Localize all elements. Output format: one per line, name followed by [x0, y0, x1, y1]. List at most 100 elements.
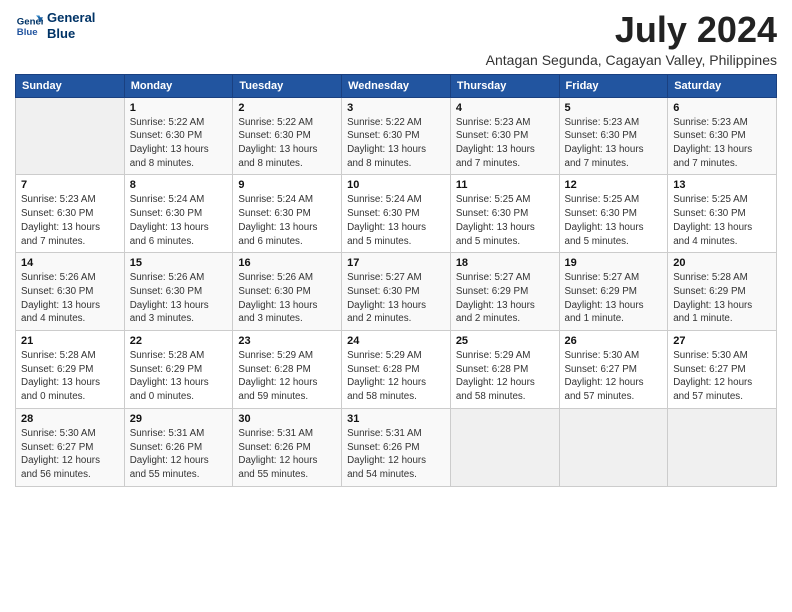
calendar-cell: 3 Sunrise: 5:22 AM Sunset: 6:30 PM Daylig…: [342, 97, 451, 175]
calendar-week-row: 7 Sunrise: 5:23 AM Sunset: 6:30 PM Daylig…: [16, 175, 777, 253]
day-number: 22: [130, 335, 228, 347]
day-info: Sunrise: 5:26 AM Sunset: 6:30 PM Dayligh…: [130, 271, 228, 326]
day-number: 5: [565, 102, 663, 114]
day-info: Sunrise: 5:25 AM Sunset: 6:30 PM Dayligh…: [565, 193, 663, 248]
day-number: 6: [673, 102, 771, 114]
day-number: 27: [673, 335, 771, 347]
weekday-header-cell: Sunday: [16, 74, 125, 97]
day-info: Sunrise: 5:31 AM Sunset: 6:26 PM Dayligh…: [130, 427, 228, 482]
calendar-title: July 2024: [486, 10, 777, 50]
day-info: Sunrise: 5:22 AM Sunset: 6:30 PM Dayligh…: [130, 116, 228, 171]
day-info: Sunrise: 5:23 AM Sunset: 6:30 PM Dayligh…: [565, 116, 663, 171]
day-number: 11: [456, 179, 554, 191]
day-number: 3: [347, 102, 445, 114]
weekday-header-cell: Wednesday: [342, 74, 451, 97]
calendar-subtitle: Antagan Segunda, Cagayan Valley, Philipp…: [486, 52, 777, 68]
weekday-header-row: SundayMondayTuesdayWednesdayThursdayFrid…: [16, 74, 777, 97]
day-info: Sunrise: 5:28 AM Sunset: 6:29 PM Dayligh…: [21, 349, 119, 404]
calendar-cell: 25Sunrise: 5:29 AM Sunset: 6:28 PM Dayli…: [450, 331, 559, 409]
logo: General Blue General Blue: [15, 10, 95, 41]
day-number: 24: [347, 335, 445, 347]
calendar-cell: 9 Sunrise: 5:24 AM Sunset: 6:30 PM Daylig…: [233, 175, 342, 253]
day-info: Sunrise: 5:30 AM Sunset: 6:27 PM Dayligh…: [565, 349, 663, 404]
calendar-cell: 14Sunrise: 5:26 AM Sunset: 6:30 PM Dayli…: [16, 253, 125, 331]
day-number: 26: [565, 335, 663, 347]
day-info: Sunrise: 5:31 AM Sunset: 6:26 PM Dayligh…: [347, 427, 445, 482]
calendar-cell: 11 Sunrise: 5:25 AM Sunset: 6:30 PM Dayli…: [450, 175, 559, 253]
day-number: 18: [456, 257, 554, 269]
day-number: 21: [21, 335, 119, 347]
calendar-cell: 27Sunrise: 5:30 AM Sunset: 6:27 PM Dayli…: [668, 331, 777, 409]
calendar-cell: 4Sunrise: 5:23 AM Sunset: 6:30 PM Daylig…: [450, 97, 559, 175]
logo-text-line2: Blue: [47, 26, 95, 42]
day-number: 17: [347, 257, 445, 269]
calendar-cell: 20Sunrise: 5:28 AM Sunset: 6:29 PM Dayli…: [668, 253, 777, 331]
title-area: July 2024 Antagan Segunda, Cagayan Valle…: [486, 10, 777, 68]
calendar-cell: 22 Sunrise: 5:28 AM Sunset: 6:29 PM Dayli…: [124, 331, 233, 409]
day-number: 1: [130, 102, 228, 114]
calendar-cell: 6 Sunrise: 5:23 AM Sunset: 6:30 PM Daylig…: [668, 97, 777, 175]
weekday-header-cell: Tuesday: [233, 74, 342, 97]
day-number: 28: [21, 413, 119, 425]
day-info: Sunrise: 5:24 AM Sunset: 6:30 PM Dayligh…: [238, 193, 336, 248]
day-number: 15: [130, 257, 228, 269]
day-info: Sunrise: 5:23 AM Sunset: 6:30 PM Dayligh…: [21, 193, 119, 248]
calendar-cell: 28Sunrise: 5:30 AM Sunset: 6:27 PM Dayli…: [16, 408, 125, 486]
day-info: Sunrise: 5:26 AM Sunset: 6:30 PM Dayligh…: [238, 271, 336, 326]
day-number: 10: [347, 179, 445, 191]
day-info: Sunrise: 5:27 AM Sunset: 6:30 PM Dayligh…: [347, 271, 445, 326]
day-info: Sunrise: 5:22 AM Sunset: 6:30 PM Dayligh…: [238, 116, 336, 171]
day-info: Sunrise: 5:22 AM Sunset: 6:30 PM Dayligh…: [347, 116, 445, 171]
calendar-week-row: 1 Sunrise: 5:22 AM Sunset: 6:30 PM Daylig…: [16, 97, 777, 175]
calendar-cell: 8Sunrise: 5:24 AM Sunset: 6:30 PM Daylig…: [124, 175, 233, 253]
day-info: Sunrise: 5:25 AM Sunset: 6:30 PM Dayligh…: [456, 193, 554, 248]
day-number: 16: [238, 257, 336, 269]
calendar-cell: 16 Sunrise: 5:26 AM Sunset: 6:30 PM Dayli…: [233, 253, 342, 331]
calendar-cell: [668, 408, 777, 486]
calendar-cell: 26 Sunrise: 5:30 AM Sunset: 6:27 PM Dayli…: [559, 331, 668, 409]
day-info: Sunrise: 5:29 AM Sunset: 6:28 PM Dayligh…: [347, 349, 445, 404]
day-number: 23: [238, 335, 336, 347]
calendar-cell: 1 Sunrise: 5:22 AM Sunset: 6:30 PM Daylig…: [124, 97, 233, 175]
day-number: 31: [347, 413, 445, 425]
calendar-cell: 23 Sunrise: 5:29 AM Sunset: 6:28 PM Dayli…: [233, 331, 342, 409]
calendar-week-row: 21 Sunrise: 5:28 AM Sunset: 6:29 PM Dayli…: [16, 331, 777, 409]
page-header: General Blue General Blue July 2024 Anta…: [15, 10, 777, 68]
day-info: Sunrise: 5:27 AM Sunset: 6:29 PM Dayligh…: [456, 271, 554, 326]
calendar-week-row: 28Sunrise: 5:30 AM Sunset: 6:27 PM Dayli…: [16, 408, 777, 486]
day-number: 12: [565, 179, 663, 191]
day-info: Sunrise: 5:23 AM Sunset: 6:30 PM Dayligh…: [673, 116, 771, 171]
calendar-cell: 21 Sunrise: 5:28 AM Sunset: 6:29 PM Dayli…: [16, 331, 125, 409]
calendar-cell: 18 Sunrise: 5:27 AM Sunset: 6:29 PM Dayli…: [450, 253, 559, 331]
calendar-cell: 5 Sunrise: 5:23 AM Sunset: 6:30 PM Daylig…: [559, 97, 668, 175]
logo-text-line1: General: [47, 10, 95, 26]
weekday-header-cell: Thursday: [450, 74, 559, 97]
day-number: 13: [673, 179, 771, 191]
svg-text:Blue: Blue: [17, 26, 38, 37]
day-info: Sunrise: 5:24 AM Sunset: 6:30 PM Dayligh…: [130, 193, 228, 248]
calendar-cell: 29 Sunrise: 5:31 AM Sunset: 6:26 PM Dayli…: [124, 408, 233, 486]
day-number: 9: [238, 179, 336, 191]
calendar-body: 1 Sunrise: 5:22 AM Sunset: 6:30 PM Daylig…: [16, 97, 777, 486]
day-number: 7: [21, 179, 119, 191]
calendar-cell: [450, 408, 559, 486]
calendar-cell: 30Sunrise: 5:31 AM Sunset: 6:26 PM Dayli…: [233, 408, 342, 486]
day-info: Sunrise: 5:29 AM Sunset: 6:28 PM Dayligh…: [456, 349, 554, 404]
calendar-cell: 2Sunrise: 5:22 AM Sunset: 6:30 PM Daylig…: [233, 97, 342, 175]
day-number: 29: [130, 413, 228, 425]
day-info: Sunrise: 5:24 AM Sunset: 6:30 PM Dayligh…: [347, 193, 445, 248]
weekday-header-cell: Saturday: [668, 74, 777, 97]
day-info: Sunrise: 5:29 AM Sunset: 6:28 PM Dayligh…: [238, 349, 336, 404]
day-info: Sunrise: 5:28 AM Sunset: 6:29 PM Dayligh…: [673, 271, 771, 326]
day-info: Sunrise: 5:27 AM Sunset: 6:29 PM Dayligh…: [565, 271, 663, 326]
day-number: 14: [21, 257, 119, 269]
calendar-cell: 24 Sunrise: 5:29 AM Sunset: 6:28 PM Dayli…: [342, 331, 451, 409]
weekday-header-cell: Friday: [559, 74, 668, 97]
day-info: Sunrise: 5:28 AM Sunset: 6:29 PM Dayligh…: [130, 349, 228, 404]
calendar-week-row: 14 Sunrise: 5:26 AM Sunset: 6:30 PM Dayli…: [16, 253, 777, 331]
weekday-header-cell: Monday: [124, 74, 233, 97]
calendar-cell: 12 Sunrise: 5:25 AM Sunset: 6:30 PM Dayli…: [559, 175, 668, 253]
day-number: 19: [565, 257, 663, 269]
day-info: Sunrise: 5:23 AM Sunset: 6:30 PM Dayligh…: [456, 116, 554, 171]
calendar-cell: [559, 408, 668, 486]
